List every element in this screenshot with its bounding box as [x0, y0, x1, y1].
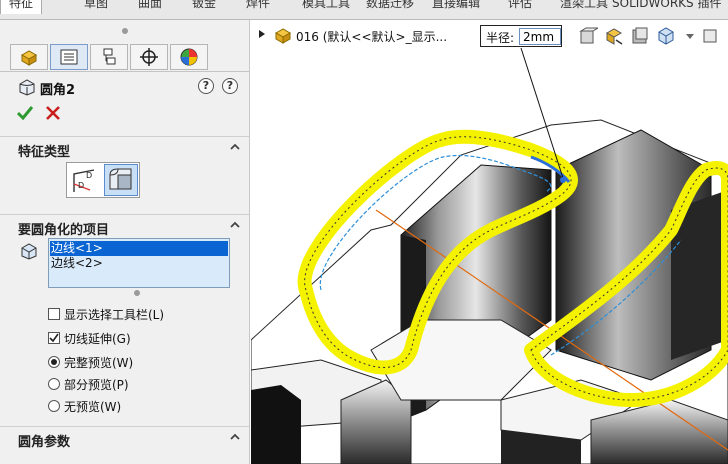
part-icon — [274, 28, 292, 44]
radio[interactable] — [48, 356, 60, 368]
tab-sheet-metal[interactable]: 钣金 — [192, 0, 216, 14]
property-manager-panel: 圆角2 ? ? 特征类型 D D 要圆角化的项目 边线<1> 边线<2> 显示选… — [0, 20, 250, 464]
list-resize-handle[interactable] — [134, 290, 140, 296]
chevron-up-icon[interactable] — [228, 218, 242, 232]
tab-surfaces[interactable]: 曲面 — [138, 0, 162, 14]
constant-size-fillet-button[interactable] — [104, 164, 138, 196]
ok-check-icon — [16, 106, 34, 121]
quick-tips-icon[interactable]: ? — [198, 78, 214, 94]
help-icon[interactable]: ? — [222, 78, 238, 94]
option-label: 无预览(W) — [64, 400, 122, 414]
tab-evaluate[interactable]: 评估 — [508, 0, 532, 14]
constant-size-fillet-icon — [109, 168, 132, 190]
display-style-icon[interactable] — [630, 26, 650, 46]
ok-button[interactable] — [16, 104, 34, 122]
panel-grip-handle[interactable] — [122, 28, 128, 34]
tab-configuration-manager[interactable] — [90, 44, 128, 70]
graphics-viewport[interactable] — [251, 20, 728, 464]
list-item[interactable]: 边线<2> — [50, 256, 103, 271]
option-label: 显示选择工具栏(L) — [64, 308, 165, 322]
section-title: 圆角参数 — [18, 435, 71, 450]
view-orientation-icon[interactable] — [604, 26, 624, 46]
selected-edge-point — [560, 177, 566, 183]
fillet-xpert-icon: D D — [73, 169, 95, 192]
view-settings-icon[interactable] — [656, 26, 676, 46]
fillet-xpert-button[interactable]: D D — [68, 164, 102, 196]
part-tree-icon — [20, 50, 38, 66]
radio[interactable] — [48, 400, 60, 412]
check-icon — [49, 333, 59, 343]
radius-label: 半径: — [486, 31, 515, 45]
edge-selection-icon — [21, 243, 37, 260]
appearance-pie-icon — [180, 48, 198, 66]
fillet-type-selector: D D — [66, 162, 140, 198]
edges-list-box[interactable]: 边线<1> 边线<2> — [48, 238, 230, 288]
radius-input[interactable] — [519, 28, 561, 45]
tab-feature-manager[interactable] — [10, 44, 48, 70]
section-view-icon[interactable] — [578, 26, 598, 46]
section-title: 特征类型 — [18, 145, 71, 160]
tab-sketch[interactable]: 草图 — [84, 0, 108, 14]
chevron-down-icon[interactable] — [680, 26, 700, 46]
tab-property-manager[interactable] — [50, 44, 88, 70]
tab-direct-editing[interactable]: 直接编辑 — [432, 0, 480, 14]
section-fillet-parameters[interactable]: 圆角参数 — [0, 426, 249, 450]
property-list-icon — [60, 49, 78, 65]
feature-title-row: 圆角2 ? ? — [18, 78, 244, 98]
tab-display-manager[interactable] — [170, 44, 208, 70]
fillet-feature-icon — [19, 79, 35, 96]
option-label: 切线延伸(G) — [64, 332, 131, 346]
radio[interactable] — [48, 378, 60, 390]
hide-show-items-icon[interactable] — [700, 26, 720, 46]
heads-up-view-toolbar — [578, 24, 728, 48]
checkbox[interactable] — [48, 308, 60, 320]
tab-mold-tools[interactable]: 模具工具 — [302, 0, 350, 14]
manager-tabs — [10, 44, 210, 70]
expand-arrow-icon[interactable] — [258, 29, 266, 39]
tab-dimxpert[interactable]: 渲染工具 — [560, 0, 608, 14]
svg-text:D: D — [78, 181, 84, 190]
configuration-icon — [103, 48, 116, 65]
svg-text:D: D — [86, 171, 92, 180]
separator — [0, 71, 249, 72]
command-manager-tabs: 特征 草图 曲面 钣金 焊件 模具工具 数据迁移 直接编辑 评估 渲染工具 SO… — [0, 0, 728, 20]
cancel-button[interactable] — [44, 104, 62, 122]
list-item[interactable]: 边线<1> — [50, 241, 228, 256]
section-title: 要圆角化的项目 — [18, 223, 110, 238]
radius-callout: 半径: — [480, 25, 562, 47]
crosshair-icon — [140, 48, 158, 66]
cancel-x-icon — [46, 106, 60, 120]
checkbox[interactable] — [48, 332, 60, 344]
chevron-up-icon[interactable] — [228, 140, 242, 154]
tab-dimxpert-manager[interactable] — [130, 44, 168, 70]
chevron-up-icon[interactable] — [228, 430, 242, 444]
tab-data-migration[interactable]: 数据迁移 — [366, 0, 414, 14]
part-name: 016 (默认<<默认>_显示... — [296, 30, 448, 44]
option-label: 完整预览(W) — [64, 356, 134, 370]
section-items-to-fillet[interactable]: 要圆角化的项目 — [0, 214, 249, 238]
tab-weldments[interactable]: 焊件 — [246, 0, 270, 14]
feature-title: 圆角2 — [40, 83, 76, 98]
section-feature-type[interactable]: 特征类型 — [0, 136, 249, 160]
tab-addins[interactable]: SOLIDWORKS 插件 — [612, 0, 721, 14]
option-label: 部分预览(P) — [64, 378, 129, 392]
tab-features[interactable]: 特征 — [0, 0, 43, 14]
